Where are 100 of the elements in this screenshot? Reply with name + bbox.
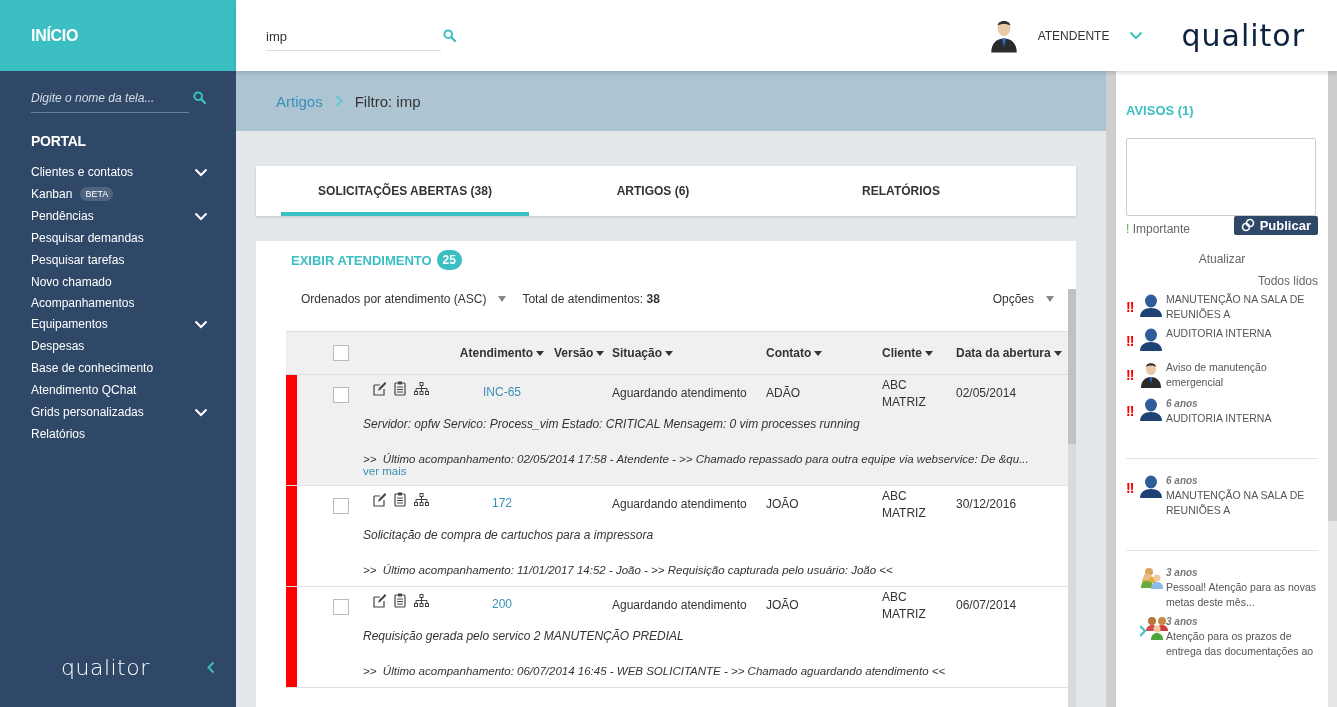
important-mark: !! <box>1126 480 1134 496</box>
menu-item[interactable]: Base de conhecimento <box>31 361 154 375</box>
notice-text[interactable]: AUDITORIA INTERNA <box>1166 326 1318 341</box>
column-header[interactable]: Data da abertura <box>956 346 1051 360</box>
mark-all-read-link[interactable]: Todos lidos <box>1126 274 1318 288</box>
clipboard-icon[interactable] <box>394 492 406 507</box>
menu-item[interactable]: Acompanhamentos <box>31 296 135 310</box>
column-header[interactable]: Cliente <box>882 346 922 360</box>
notice-text[interactable]: AUDITORIA INTERNA <box>1166 411 1318 426</box>
refresh-link[interactable]: Atualizar <box>1126 252 1318 266</box>
clipboard-icon[interactable] <box>394 381 406 396</box>
publish-button[interactable]: Publicar <box>1233 215 1318 235</box>
menu-item[interactable]: Atendimento QChat <box>31 383 137 397</box>
important-toggle[interactable]: ! Importante <box>1126 222 1191 236</box>
table-row[interactable] <box>286 587 1068 688</box>
edit-icon[interactable] <box>373 381 386 396</box>
notice-text[interactable]: MANUTENÇÃO NA SALA DE REUNIÕES A <box>1166 292 1318 322</box>
checkbox[interactable] <box>333 387 349 403</box>
menu-item[interactable]: Pesquisar tarefas <box>31 253 125 267</box>
search-icon[interactable] <box>193 91 206 104</box>
user-icon <box>989 18 1018 53</box>
scrollbar[interactable] <box>1068 289 1076 707</box>
clipboard-icon[interactable] <box>394 593 406 608</box>
notice-age: 6 anos <box>1166 397 1199 411</box>
menu-item[interactable]: Clientes e contatos <box>31 165 134 179</box>
sort-caret-icon[interactable] <box>1053 350 1062 356</box>
column-header[interactable]: Versão <box>554 346 594 360</box>
table-cell-text: Aguardando atendimento <box>611 385 748 402</box>
column-header[interactable]: Situação <box>612 346 662 360</box>
expand-chevron-icon[interactable] <box>194 319 208 329</box>
column-header[interactable]: Atendimento <box>459 346 534 360</box>
hierarchy-icon[interactable] <box>414 593 429 608</box>
user-name[interactable]: ATENDENTE <box>1037 28 1110 43</box>
checkbox[interactable] <box>333 345 349 361</box>
checkbox[interactable] <box>333 498 349 514</box>
dropdown-caret-icon[interactable] <box>1046 296 1054 302</box>
table-cell-text: 02/05/2014 <box>955 385 1018 402</box>
checkbox[interactable] <box>333 599 349 615</box>
sort-caret-icon[interactable] <box>814 350 823 356</box>
menu-item[interactable]: Despesas <box>31 339 85 353</box>
count-badge: 25 <box>436 250 462 270</box>
notice-text[interactable]: MANUTENÇÃO NA SALA DE REUNIÕES A <box>1166 488 1318 518</box>
group-icon <box>1140 567 1164 589</box>
user-icon <box>1140 475 1162 499</box>
important-mark: !! <box>1126 367 1134 383</box>
scrollbar[interactable] <box>1328 71 1337 707</box>
menu-item[interactable]: Kanban <box>31 187 73 201</box>
options-dropdown[interactable]: Opções <box>992 292 1034 306</box>
tab[interactable]: RELATÓRIOS <box>777 166 1025 216</box>
last-update-text: >> Último acompanhamento: 11/01/2017 14:52 - João - >> Requisição capturada pelo usuário: João << <box>363 564 893 576</box>
sort-caret-icon[interactable] <box>596 350 605 356</box>
sort-caret-icon[interactable] <box>925 350 933 356</box>
important-mark: !! <box>1126 299 1134 315</box>
user-icon <box>1140 294 1162 318</box>
sort-caret-icon[interactable] <box>536 350 545 356</box>
screen-search-field[interactable]: Digite o nome da tela... <box>31 91 189 113</box>
user-icon <box>1140 328 1162 352</box>
menu-item[interactable]: Pendências <box>31 209 94 223</box>
table-cell-text: ABC MATRIZ <box>881 377 927 411</box>
table-cell-text: ADÃO <box>765 385 801 402</box>
logo: qualitor <box>61 655 150 680</box>
notice-input[interactable] <box>1126 138 1316 216</box>
tab[interactable]: SOLICITAÇÕES ABERTAS (38) <box>281 166 529 216</box>
expand-chevron-icon[interactable] <box>194 407 208 417</box>
tab[interactable]: ARTIGOS (6) <box>529 166 777 216</box>
menu-item[interactable]: Grids personalizadas <box>31 405 144 419</box>
hierarchy-icon[interactable] <box>414 381 429 396</box>
notice-text[interactable]: Pessoal! Atenção para as novas metas deste mês... <box>1166 580 1318 610</box>
hierarchy-icon[interactable] <box>414 492 429 507</box>
sort-dropdown[interactable]: Ordenados por atendimento (ASC) <box>301 292 487 306</box>
edit-icon[interactable] <box>373 593 386 608</box>
menu-item[interactable]: Equipamentos <box>31 317 108 331</box>
breadcrumb-item: Filtro: imp <box>354 92 421 110</box>
ticket-link[interactable]: 172 <box>492 496 512 510</box>
table-cell-text: ABC MATRIZ <box>881 589 927 623</box>
column-header[interactable]: Contato <box>766 346 812 360</box>
notice-text[interactable]: Atenção para os prazos de entrega das documentações ao <box>1166 629 1318 659</box>
chevron-right-icon <box>334 95 343 107</box>
section-title: PORTAL <box>31 133 87 149</box>
menu-item[interactable]: Novo chamado <box>31 275 112 289</box>
important-mark: !! <box>1126 333 1134 349</box>
list-title: EXIBIR ATENDIMENTO <box>291 252 432 268</box>
expand-chevron-icon[interactable] <box>194 211 208 221</box>
notices-title: AVISOS (1) <box>1126 103 1195 118</box>
table-row[interactable] <box>286 486 1068 587</box>
table-cell-text: Aguardando atendimento <box>611 597 748 614</box>
ticket-description: Servidor: opfw Servico: Process_vim Estado: CRITICAL Mensagem: 0 vim processes running <box>363 417 860 431</box>
collapse-chevron-icon[interactable] <box>207 661 215 674</box>
table-row[interactable] <box>286 375 1068 486</box>
sort-caret-icon[interactable] <box>665 350 673 356</box>
menu-item[interactable]: Pesquisar demandas <box>31 231 144 245</box>
ticket-link[interactable]: 200 <box>492 597 512 611</box>
dropdown-caret-icon[interactable] <box>498 296 507 302</box>
notice-text[interactable]: Aviso de manutenção emergencial <box>1166 360 1318 390</box>
user-icon <box>1140 398 1162 422</box>
edit-icon[interactable] <box>373 492 386 507</box>
expand-chevron-icon[interactable] <box>194 167 208 177</box>
ticket-description: Solicitação de compra de cartuchos para a impressora <box>363 528 654 542</box>
last-update-text: >> Último acompanhamento: 02/05/2014 17:58 - Atendente - >> Chamado repassado para outra equipe via webservice: De &qu... <box>363 453 1029 465</box>
menu-item[interactable]: Relatórios <box>31 427 86 441</box>
